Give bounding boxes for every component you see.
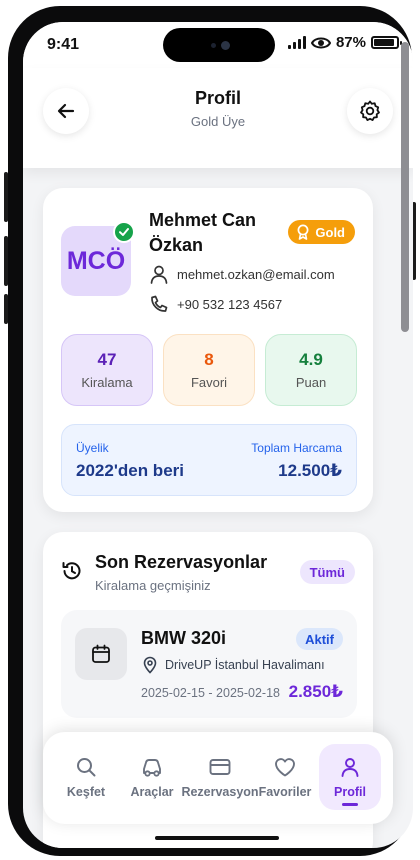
email-row: mehmet.ozkan@email.com	[149, 264, 335, 284]
status-badge: Aktif	[296, 628, 343, 650]
pickup-location-text: DriveUP İstanbul Havalimanı	[165, 658, 325, 672]
credit-card-icon	[209, 758, 231, 775]
stat-value: 8	[204, 350, 214, 369]
screen: 9:41 87% Profil Gold Üye MCÖ Mehmet Can …	[23, 22, 413, 848]
side-button	[4, 172, 8, 222]
car-name: BMW 320i	[141, 628, 227, 648]
tab-label: Profil	[334, 784, 366, 799]
phone-row: +90 532 123 4567	[149, 294, 282, 314]
tab-cars[interactable]: Araçlar	[123, 744, 181, 810]
side-button	[4, 294, 8, 324]
profile-email: mehmet.ozkan@email.com	[177, 266, 335, 282]
tab-favorites[interactable]: Favoriler	[257, 744, 313, 810]
membership-summary: Üyelik 2022'den beri Toplam Harcama 12.5…	[61, 424, 357, 496]
app-header: Profil Gold Üye	[23, 68, 413, 168]
battery-percent: 87%	[335, 34, 366, 51]
active-tab-indicator	[342, 803, 358, 806]
tab-label: Favoriler	[258, 784, 312, 799]
tab-label: Araçlar	[130, 784, 174, 799]
reservations-subtitle: Kiralama geçmişiniz	[95, 578, 211, 593]
pickup-location: DriveUP İstanbul Havalimanı	[141, 656, 325, 674]
status-icons: 87%	[287, 34, 402, 51]
stat-label: Puan	[295, 375, 327, 390]
phone-frame: 9:41 87% Profil Gold Üye MCÖ Mehmet Can …	[4, 6, 416, 856]
award-icon	[297, 224, 309, 240]
gear-icon	[360, 100, 380, 121]
reservation-icon	[75, 628, 127, 680]
rental-price: 2.850₺	[288, 682, 343, 701]
dynamic-island	[163, 28, 275, 62]
signal-icon	[287, 36, 306, 49]
stat-value: 4.9	[299, 350, 323, 369]
verified-icon	[113, 221, 135, 243]
status-time: 9:41	[47, 36, 80, 53]
stat-rentals[interactable]: 47 Kiralama	[61, 334, 153, 406]
stat-value: 47	[97, 350, 117, 369]
total-spend-value: 12.500₺	[278, 461, 342, 480]
settings-button[interactable]	[347, 88, 393, 134]
profile-phone: +90 532 123 4567	[177, 296, 283, 312]
membership-label: Üyelik	[76, 441, 109, 455]
stat-rating[interactable]: 4.9 Puan	[265, 334, 357, 406]
reservation-item[interactable]: BMW 320i Aktif DriveUP İstanbul Havalima…	[61, 610, 357, 718]
tab-profile[interactable]: Profil	[319, 744, 381, 810]
tab-reservations[interactable]: Rezervasyon	[181, 744, 259, 810]
scrollbar[interactable]	[401, 42, 409, 332]
phone-icon	[151, 295, 168, 312]
reservations-title: Son Rezervasyonlar	[95, 552, 268, 572]
view-all-button[interactable]: Tümü	[299, 560, 355, 584]
total-spend-label: Toplam Harcama	[251, 441, 342, 455]
home-indicator[interactable]	[155, 836, 279, 840]
stat-label: Favori	[190, 375, 228, 390]
heart-icon	[275, 757, 295, 776]
status-bar: 9:41 87%	[23, 22, 413, 68]
eye-icon	[310, 37, 331, 48]
membership-value: 2022'den beri	[76, 461, 184, 480]
stat-favorites[interactable]: 8 Favori	[163, 334, 255, 406]
user-icon	[341, 757, 359, 777]
search-icon	[77, 757, 96, 776]
user-icon	[150, 265, 168, 284]
battery-icon	[371, 36, 402, 49]
membership-badge-label: Gold	[315, 224, 345, 240]
profile-card: MCÖ Mehmet Can Özkan Gold mehmet.ozkan@e…	[43, 188, 373, 512]
tab-explore[interactable]: Keşfet	[55, 744, 117, 810]
map-pin-icon	[143, 656, 157, 674]
car-icon	[143, 758, 161, 777]
stat-label: Kiralama	[81, 375, 133, 390]
history-icon	[62, 562, 81, 580]
profile-name: Mehmet Can Özkan	[149, 210, 257, 255]
side-button	[4, 236, 8, 286]
tab-label: Rezervasyon	[181, 784, 259, 799]
membership-badge: Gold	[288, 220, 355, 244]
rental-dates: 2025-02-15 - 2025-02-18	[141, 686, 280, 700]
bottom-tab-bar: Keşfet Araçlar Rezervasyon Favoriler Pro…	[43, 732, 393, 824]
calendar-icon	[92, 644, 110, 663]
tab-label: Keşfet	[66, 784, 106, 799]
